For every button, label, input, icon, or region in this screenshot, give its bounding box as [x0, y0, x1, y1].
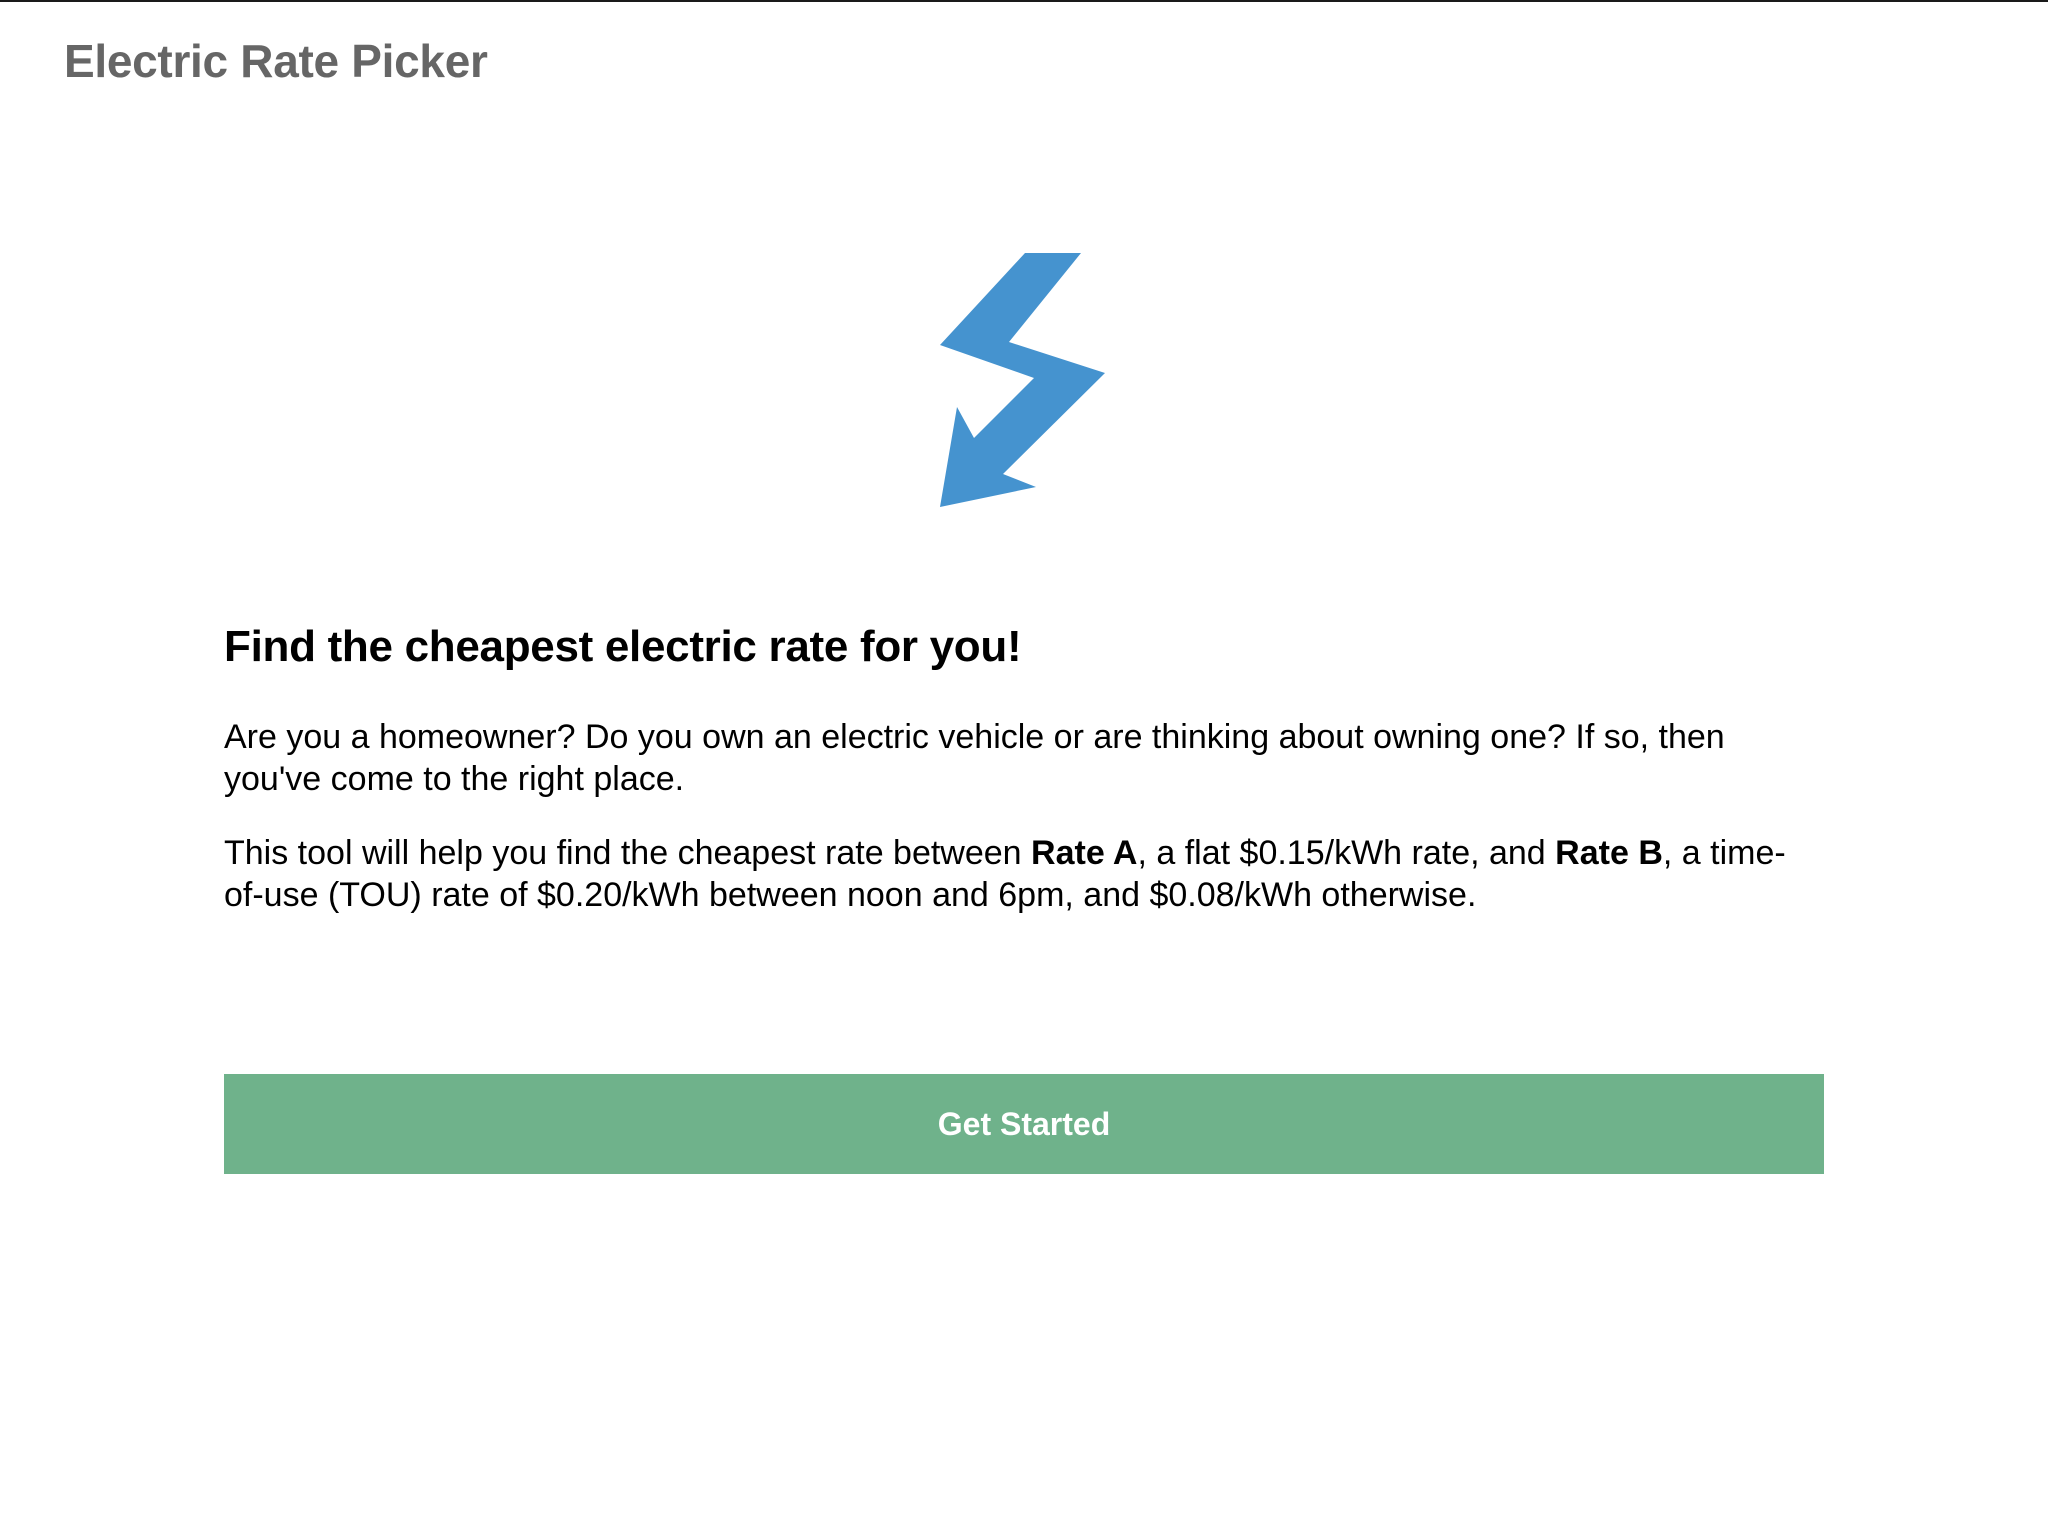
intro-section: Find the cheapest electric rate for you!… — [224, 618, 1824, 948]
rate-a-description: , a flat $0.15/kWh rate, and — [1137, 834, 1556, 872]
rates-lead-text: This tool will help you find the cheapes… — [224, 834, 1032, 872]
rate-b-label: Rate B — [1555, 834, 1663, 872]
top-divider — [0, 0, 2048, 2]
lightning-bolt-icon — [940, 250, 1112, 510]
rates-paragraph: This tool will help you find the cheapes… — [224, 832, 1824, 916]
get-started-button[interactable]: Get Started — [224, 1074, 1824, 1174]
page-headline: Find the cheapest electric rate for you! — [224, 622, 1022, 671]
rate-a-label: Rate A — [1031, 834, 1138, 872]
intro-paragraph: Are you a homeowner? Do you own an elect… — [224, 718, 1725, 798]
app-title: Electric Rate Picker — [64, 35, 488, 87]
page: Electric Rate Picker Find the cheapest e… — [0, 0, 2048, 1538]
